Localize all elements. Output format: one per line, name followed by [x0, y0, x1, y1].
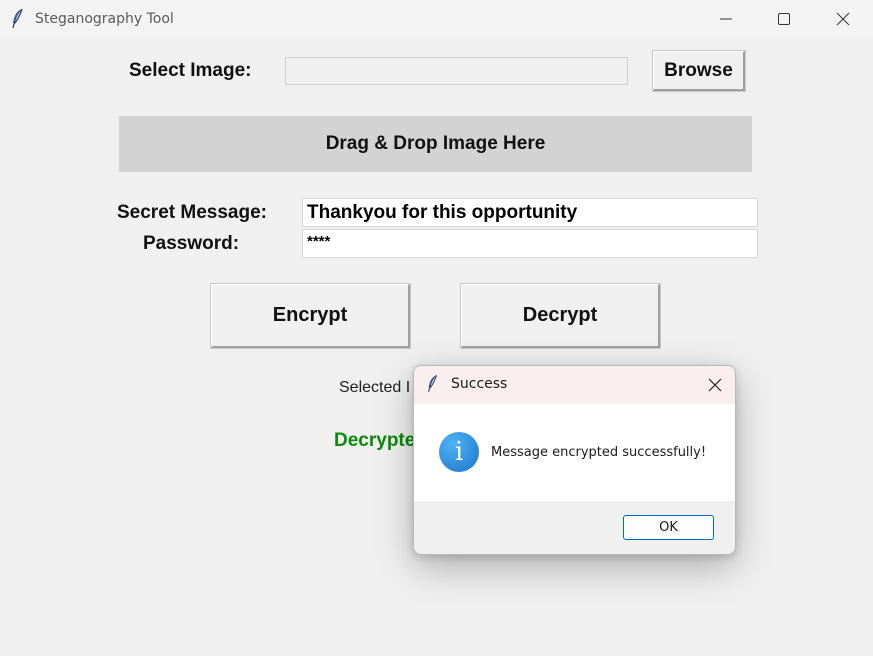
image-path-field[interactable] — [285, 57, 628, 85]
password-label: Password: — [143, 233, 240, 254]
decrypted-message-label: Decrypte — [334, 430, 413, 451]
drop-zone[interactable]: Drag & Drop Image Here — [119, 116, 752, 172]
secret-message-input[interactable] — [303, 199, 757, 226]
dialog-body: i Message encrypted successfully! — [414, 404, 735, 501]
window-title: Steganography Tool — [35, 11, 174, 27]
dialog-title: Success — [451, 376, 508, 392]
ok-button[interactable]: OK — [623, 515, 714, 540]
minimize-icon — [720, 18, 732, 20]
browse-button[interactable]: Browse — [652, 50, 746, 92]
dialog-message: Message encrypted successfully! — [491, 445, 707, 460]
minimize-button[interactable] — [697, 0, 755, 38]
close-button[interactable] — [814, 0, 872, 38]
title-bar: Steganography Tool — [0, 0, 873, 38]
password-field[interactable] — [302, 229, 758, 258]
secret-message-field[interactable] — [302, 198, 758, 227]
close-icon — [836, 12, 850, 26]
decrypt-button[interactable]: Decrypt — [460, 283, 661, 349]
feather-icon — [12, 8, 23, 29]
maximize-button[interactable] — [755, 0, 813, 38]
maximize-icon — [778, 13, 790, 25]
success-dialog: Success i Message encrypted successfully… — [413, 365, 736, 555]
select-image-label: Select Image: — [129, 60, 252, 81]
selected-image-label: Selected I — [339, 379, 411, 396]
feather-icon — [428, 375, 437, 393]
secret-message-label: Secret Message: — [117, 202, 267, 223]
dialog-title-bar: Success — [414, 366, 735, 404]
info-icon: i — [439, 432, 479, 472]
password-input[interactable] — [303, 230, 757, 252]
close-icon — [708, 378, 722, 392]
dialog-close-button[interactable] — [695, 366, 735, 404]
image-path-input[interactable] — [286, 58, 627, 84]
encrypt-button[interactable]: Encrypt — [210, 283, 411, 349]
